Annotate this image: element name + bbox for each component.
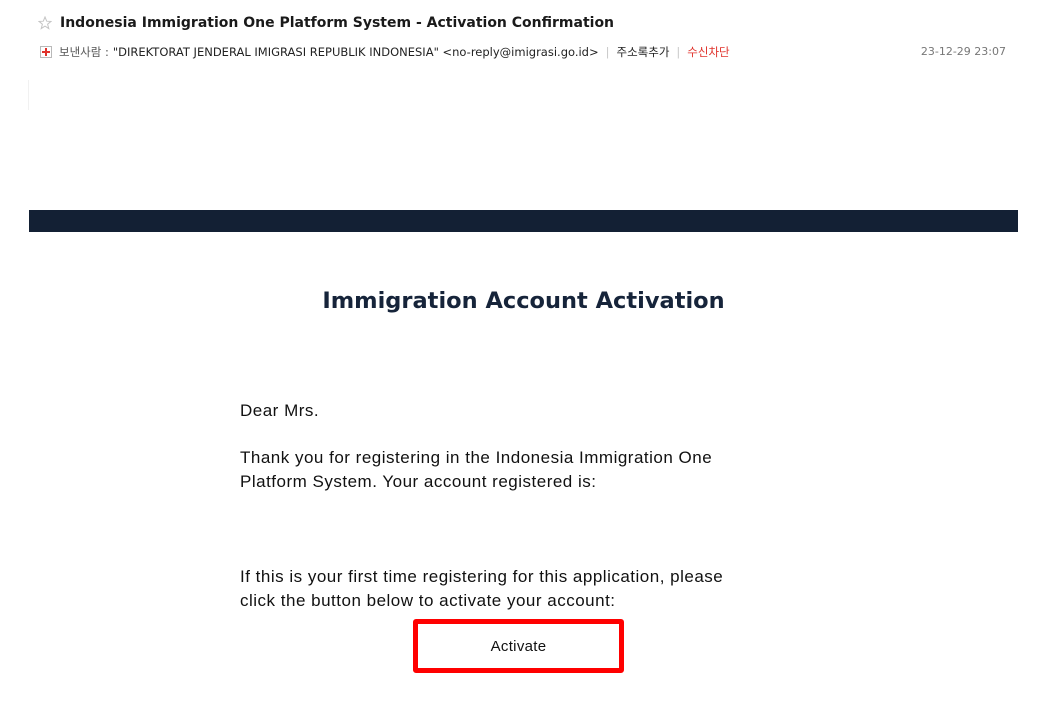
- email-view: Indonesia Immigration One Platform Syste…: [0, 0, 1059, 716]
- activate-button[interactable]: Activate: [490, 637, 547, 655]
- first-time-line-1: If this is your first time registering f…: [240, 567, 724, 586]
- thanks-paragraph: Thank you for registering in the Indones…: [240, 446, 800, 494]
- divider: [28, 80, 29, 110]
- subject-row: Indonesia Immigration One Platform Syste…: [38, 15, 614, 31]
- add-contact-link[interactable]: 주소록추가: [617, 44, 670, 60]
- first-time-line-2: click the button below to activate your …: [240, 591, 616, 610]
- thanks-line-1: Thank you for registering in the Indones…: [240, 448, 713, 467]
- thanks-line-2: Platform System. Your account registered…: [240, 472, 597, 491]
- sender-label: 보낸사람 :: [59, 45, 109, 59]
- sender-row: 보낸사람 : "DIREKTORAT JENDERAL IMIGRASI REP…: [40, 44, 1020, 60]
- separator: |: [605, 45, 610, 59]
- activate-button-highlight: Activate: [413, 619, 624, 673]
- first-time-paragraph: If this is your first time registering f…: [240, 565, 800, 613]
- greeting-text: Dear Mrs.: [240, 401, 320, 420]
- mail-subject: Indonesia Immigration One Platform Syste…: [60, 15, 615, 31]
- separator: |: [676, 45, 681, 59]
- plus-icon[interactable]: [40, 46, 52, 58]
- mail-date: 23-12-29 23:07: [920, 45, 1006, 58]
- email-banner: [29, 210, 1018, 232]
- block-sender-link[interactable]: 수신차단: [687, 44, 729, 60]
- mail-header: Indonesia Immigration One Platform Syste…: [0, 0, 1059, 110]
- star-icon[interactable]: [38, 16, 52, 30]
- sender-address[interactable]: "DIREKTORAT JENDERAL IMIGRASI REPUBLIK I…: [113, 45, 599, 59]
- email-heading: Immigration Account Activation: [322, 288, 725, 314]
